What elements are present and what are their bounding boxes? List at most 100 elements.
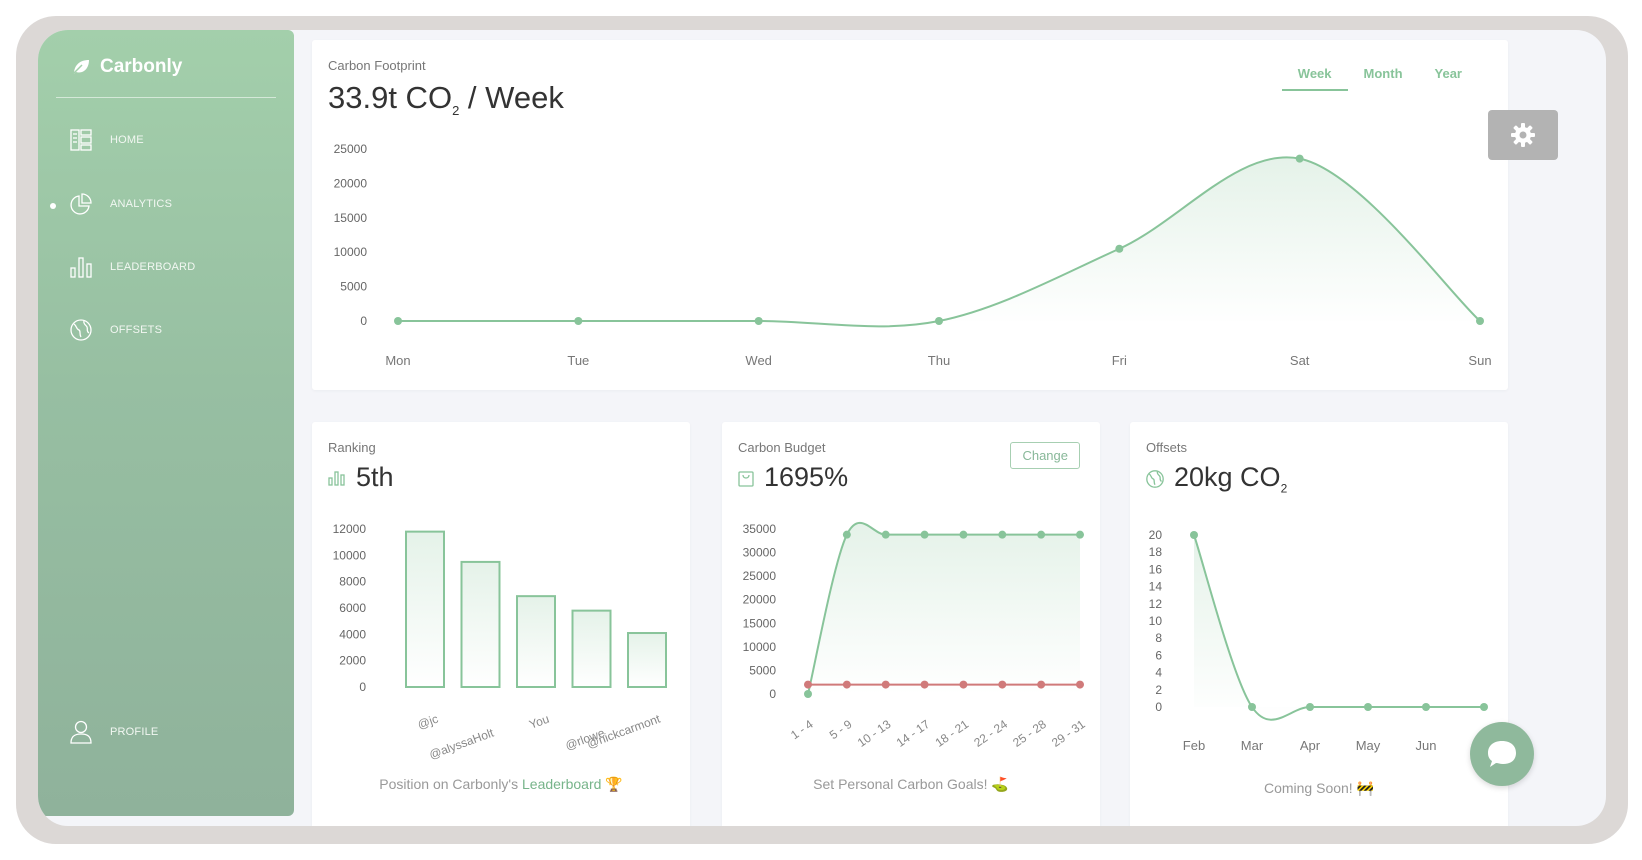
y-tick-label: 10000 bbox=[743, 640, 777, 654]
y-tick-label: 25000 bbox=[743, 569, 777, 583]
x-tick-label: Thu bbox=[928, 353, 950, 368]
x-tick-label: Sun bbox=[1468, 353, 1491, 368]
data-point bbox=[998, 680, 1007, 689]
y-tick-label: 18 bbox=[1149, 545, 1163, 559]
y-tick-label: 15000 bbox=[334, 211, 368, 225]
chat-bubble-icon bbox=[1488, 741, 1516, 767]
sidebar-item-label: ANALYTICS bbox=[110, 198, 173, 210]
sidebar-item-leaderboard[interactable]: LEADERBOARD bbox=[70, 256, 195, 278]
sidebar-item-label: HOME bbox=[110, 134, 144, 146]
globe-icon bbox=[70, 319, 92, 341]
y-tick-label: 6000 bbox=[339, 601, 366, 615]
settings-button[interactable] bbox=[1488, 110, 1558, 160]
sidebar-item-label: LEADERBOARD bbox=[110, 261, 196, 273]
offsets-card: Offsets 20kg CO2 0 2 4 6 8 10 12 14 16 18 20 Feb Mar… bbox=[1130, 422, 1508, 826]
x-tick-label: Feb bbox=[1183, 738, 1205, 753]
y-tick-label: 8000 bbox=[339, 575, 366, 589]
data-point bbox=[881, 530, 890, 539]
user-icon bbox=[70, 720, 92, 744]
y-tick-label: 0 bbox=[769, 687, 776, 701]
data-point bbox=[842, 680, 851, 689]
y-tick-label: 5000 bbox=[749, 663, 776, 677]
data-point bbox=[920, 530, 929, 539]
data-point bbox=[1115, 244, 1124, 253]
sidebar-item-profile[interactable]: PROFILE bbox=[70, 720, 158, 744]
x-tick-label: 22 - 24 bbox=[971, 717, 1010, 750]
y-tick-label: 6 bbox=[1155, 648, 1162, 662]
y-tick-label: 20000 bbox=[334, 176, 368, 190]
y-tick-label: 15000 bbox=[743, 616, 777, 630]
sidebar-item-home[interactable]: HOME bbox=[70, 129, 144, 151]
sidebar-item-analytics[interactable]: ANALYTICS bbox=[50, 193, 173, 215]
leaderboard-link[interactable]: Leaderboard bbox=[522, 776, 601, 792]
chat-button[interactable] bbox=[1470, 722, 1534, 786]
brand[interactable]: Carbonly bbox=[72, 56, 182, 78]
y-tick-label: 16 bbox=[1149, 562, 1163, 576]
x-tick-label: Mon bbox=[385, 353, 410, 368]
bar bbox=[460, 560, 501, 689]
data-point bbox=[1248, 703, 1256, 711]
y-tick-label: 4 bbox=[1155, 666, 1162, 680]
x-tick-label: @alyssaHolt bbox=[427, 725, 496, 761]
data-point bbox=[998, 530, 1007, 539]
ranking-card: Ranking 5th 0 2000 4000 6000 8000 10000 12000 @… bbox=[312, 422, 690, 826]
area-fill bbox=[808, 522, 1080, 694]
y-tick-label: 5000 bbox=[340, 280, 367, 294]
data-point bbox=[394, 317, 402, 325]
y-tick-label: 20000 bbox=[743, 593, 777, 607]
data-point bbox=[804, 690, 812, 698]
y-tick-label: 30000 bbox=[743, 546, 777, 560]
pie-chart-icon bbox=[70, 193, 92, 215]
x-tick-label: Fri bbox=[1112, 353, 1127, 368]
offsets-chart: 02468101214161820FebMarAprMayJunJul bbox=[1149, 528, 1493, 753]
data-point bbox=[1476, 317, 1484, 325]
y-tick-label: 4000 bbox=[339, 627, 366, 641]
construction-icon: 🚧 bbox=[1356, 780, 1375, 796]
sidebar-item-offsets[interactable]: OFFSETS bbox=[70, 319, 162, 341]
x-tick-label: Sat bbox=[1290, 353, 1310, 368]
data-point bbox=[920, 680, 929, 689]
y-tick-label: 0 bbox=[359, 680, 366, 694]
x-tick-label: May bbox=[1356, 738, 1381, 753]
data-point bbox=[959, 680, 968, 689]
x-tick-label: Wed bbox=[745, 353, 772, 368]
x-tick-label: @jc bbox=[416, 712, 440, 732]
offsets-footer: Coming Soon! 🚧 bbox=[1130, 780, 1508, 797]
bar bbox=[405, 530, 445, 688]
footprint-chart: 0 5000 10000 15000 20000 25000 Mon Tue Wed Thu Fri… bbox=[334, 142, 1492, 368]
y-tick-label: 14 bbox=[1149, 580, 1163, 594]
ranking-footer-text: Position on Carbonly's bbox=[379, 776, 522, 792]
x-tick-label: 1 - 4 bbox=[788, 717, 816, 742]
x-tick-label: 5 - 9 bbox=[827, 717, 855, 742]
sidebar-item-label: PROFILE bbox=[110, 726, 159, 738]
bar-chart-icon bbox=[70, 257, 92, 278]
y-tick-label: 25000 bbox=[334, 142, 368, 156]
bar bbox=[571, 609, 612, 688]
data-point bbox=[1190, 531, 1198, 539]
sidebar: Carbonly HOME ANALYTICS LEADERBOARD OFFS… bbox=[38, 30, 294, 816]
data-point bbox=[1306, 703, 1314, 711]
active-indicator bbox=[50, 203, 56, 209]
budget-chart: 0 5000 10000 15000 20000 25000 30000 35000 1 - 4… bbox=[743, 521, 1088, 750]
y-tick-label: 12 bbox=[1149, 597, 1163, 611]
y-tick-label: 10000 bbox=[334, 245, 368, 259]
data-point bbox=[1076, 680, 1084, 689]
y-tick-label: 8 bbox=[1155, 631, 1162, 645]
ranking-footer: Position on Carbonly's Leaderboard 🏆 bbox=[312, 776, 690, 793]
x-tick-label: You bbox=[527, 712, 551, 732]
data-point bbox=[1422, 703, 1430, 711]
x-tick-label: 29 - 31 bbox=[1049, 717, 1088, 750]
y-tick-label: 0 bbox=[360, 314, 367, 328]
area-fill bbox=[398, 157, 1480, 327]
offsets-footer-text: Coming Soon! bbox=[1263, 780, 1353, 796]
data-point bbox=[842, 530, 851, 539]
x-tick-label: Tue bbox=[567, 353, 589, 368]
y-tick-label: 10 bbox=[1149, 614, 1163, 628]
ranking-chart: 0 2000 4000 6000 8000 10000 12000 @jc@alyssaHol… bbox=[333, 522, 667, 762]
y-tick-label: 2000 bbox=[339, 654, 366, 668]
app-screen: Carbonly HOME ANALYTICS LEADERBOARD OFFS… bbox=[38, 30, 1606, 826]
data-point bbox=[1480, 703, 1488, 711]
y-tick-label: 20 bbox=[1149, 528, 1163, 542]
budget-card: Carbon Budget Change 1695% 0 5000 10000 150… bbox=[722, 422, 1100, 826]
home-grid-icon bbox=[70, 129, 92, 151]
